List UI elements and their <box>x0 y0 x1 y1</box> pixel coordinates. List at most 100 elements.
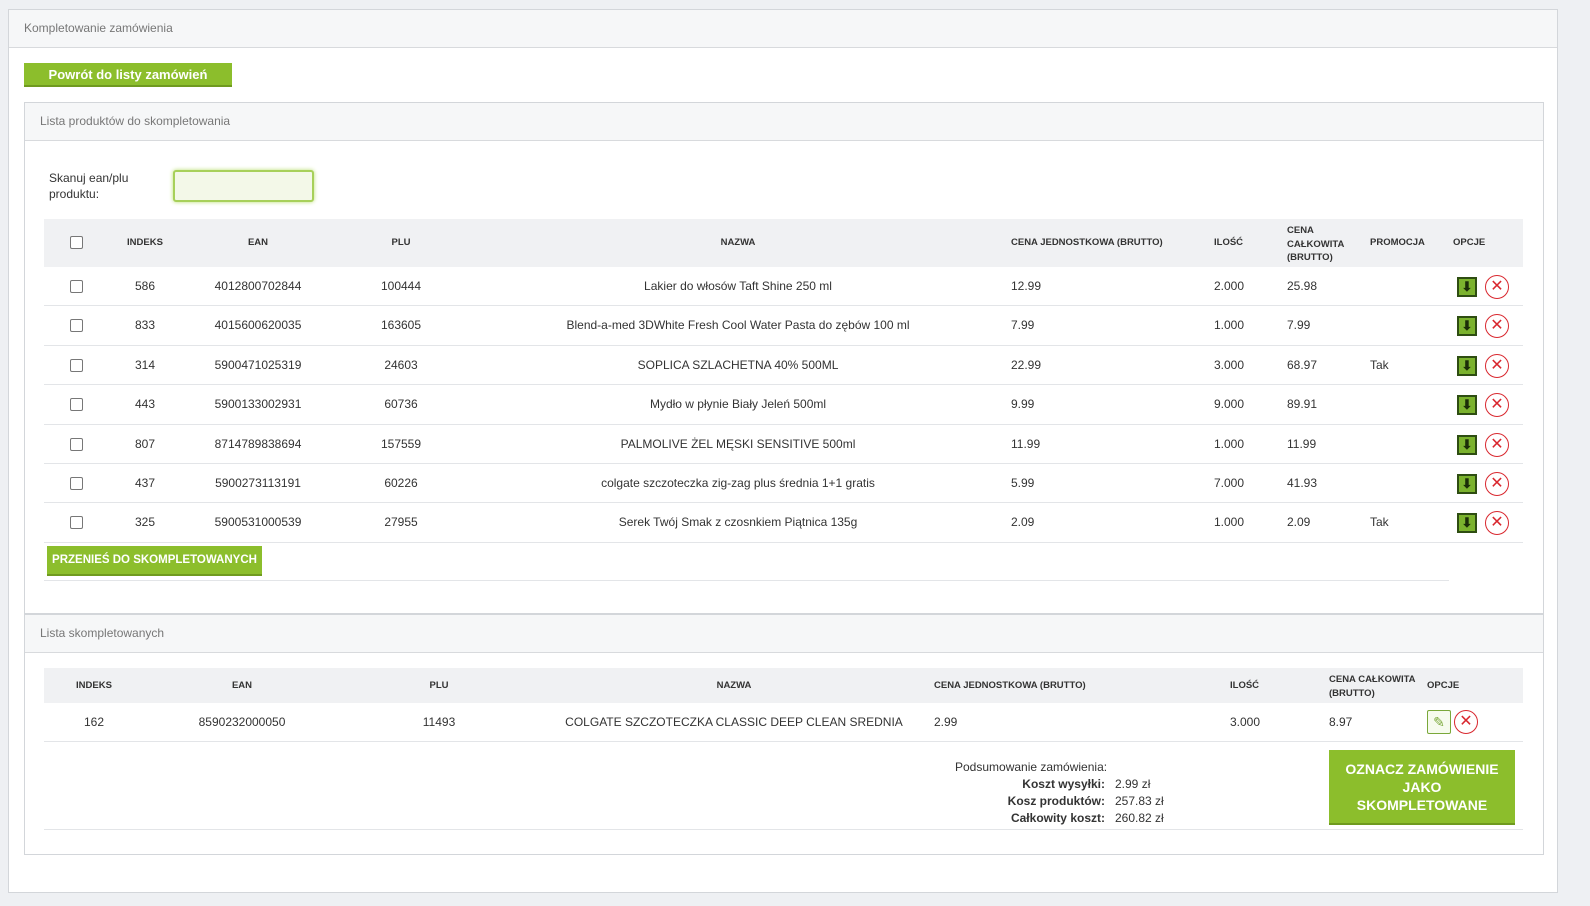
table-row: 833 4015600620035 163605 Blend-a-med 3DWhit… <box>44 306 1523 346</box>
divider <box>44 829 1523 830</box>
close-circle-icon[interactable]: ✕ <box>1485 511 1509 536</box>
close-circle-icon[interactable]: ✕ <box>1485 471 1509 496</box>
cell-cena-jedn: 11.99 <box>1011 436 1041 451</box>
col-ean: EAN <box>247 237 269 248</box>
back-to-orders-button[interactable]: Powrót do listy zamówień <box>24 63 232 87</box>
cell-nazwa: SOPLICA SZLACHETNA 40% 500ML <box>637 357 839 372</box>
cell-promocja: Tak <box>1370 515 1389 530</box>
cell-ilosc: 9.000 <box>1214 397 1245 412</box>
cell-cena-jedn: 2.99 <box>934 715 958 729</box>
cell-cena-calk: 89.91 <box>1287 397 1318 412</box>
completed-table: INDEKS EAN PLU NAZWA CENA JEDNOSTKOWA (B… <box>44 668 1523 742</box>
table-row: 162 8590232000050 11493 COLGATE SZCZOTECZKA… <box>44 703 1523 742</box>
row-checkbox[interactable] <box>70 358 83 372</box>
row-checkbox[interactable] <box>70 319 83 333</box>
close-circle-icon[interactable]: ✕ <box>1485 432 1509 457</box>
cell-cena-calk: 7.99 <box>1287 318 1311 333</box>
col-opcje: OPCJE <box>1427 680 1460 691</box>
row-checkbox[interactable] <box>70 280 83 293</box>
cell-ean: 8714789838694 <box>214 436 302 451</box>
row-checkbox[interactable] <box>70 437 83 451</box>
cell-cena-jedn: 5.99 <box>1011 475 1035 490</box>
total-cost-label: Całkowity koszt: <box>1010 811 1105 825</box>
page-title: Kompletowanie zamówienia <box>9 10 1557 48</box>
completed-rows: 162 8590232000050 11493 COLGATE SZCZOTECZKA… <box>44 703 1523 742</box>
move-to-completed-button[interactable]: PRZENIEŚ DO SKOMPLETOWANYCH <box>47 546 262 576</box>
cell-ilosc: 3.000 <box>1214 357 1245 372</box>
col-cena-jedn: CENA JEDNOSTKOWA (BRUTTO) <box>1011 237 1163 248</box>
cell-plu: 157559 <box>380 436 422 451</box>
completed-table-header: INDEKS EAN PLU NAZWA CENA JEDNOSTKOWA (B… <box>44 668 1523 703</box>
row-checkbox[interactable] <box>70 476 83 490</box>
cell-nazwa: colgate szczoteczka zig-zag plus średnia… <box>601 475 875 490</box>
table-row: 807 8714789838694 157559 PALMOLIVE ŻEL MĘSK… <box>44 425 1523 464</box>
download-arrow-icon[interactable]: ⬇ <box>1457 316 1477 337</box>
download-arrow-icon[interactable]: ⬇ <box>1457 513 1477 534</box>
cell-ilosc: 1.000 <box>1214 515 1245 530</box>
cell-plu: 163605 <box>380 318 422 333</box>
cell-indeks: 586 <box>134 279 156 293</box>
download-arrow-icon[interactable]: ⬇ <box>1457 473 1477 494</box>
edit-note-icon[interactable]: ✎ <box>1427 710 1451 734</box>
close-circle-icon[interactable]: ✕ <box>1485 314 1509 339</box>
cell-cena-jedn: 22.99 <box>1011 357 1042 372</box>
row-checkbox[interactable] <box>70 398 83 412</box>
col-ilosc: ILOŚĆ <box>1230 680 1260 691</box>
cell-ean: 5900471025319 <box>214 357 302 372</box>
download-arrow-icon[interactable]: ⬇ <box>1457 355 1477 376</box>
cell-ilosc: 1.000 <box>1214 436 1245 451</box>
cell-nazwa: COLGATE SZCZOTECZKA CLASSIC DEEP CLEAN S… <box>565 715 903 729</box>
cell-plu: 60736 <box>384 397 418 412</box>
cell-plu: 27955 <box>384 515 418 530</box>
table-row: 314 5900471025319 24603 SOPLICA SZLACHETNA … <box>44 346 1523 386</box>
cell-ilosc: 1.000 <box>1214 318 1245 333</box>
cell-nazwa: Lakier do włosów Taft Shine 250 ml <box>644 279 832 293</box>
col-nazwa: NAZWA <box>716 680 752 691</box>
cell-nazwa: Serek Twój Smak z czosnkiem Piątnica 135… <box>618 515 858 530</box>
cell-ilosc: 7.000 <box>1214 475 1245 490</box>
cell-plu: 11493 <box>422 715 456 729</box>
summary-title: Podsumowanie zamówienia: <box>955 760 1108 774</box>
cell-nazwa: PALMOLIVE ŻEL MĘSKI SENSITIVE 500ml <box>620 436 856 451</box>
cell-cena-jedn: 7.99 <box>1011 318 1035 333</box>
cell-nazwa: Mydło w płynie Biały Jeleń 500ml <box>649 397 827 412</box>
completed-products-panel: Lista skompletowanych INDEKS EAN PLU NAZ… <box>24 614 1544 855</box>
cell-cena-jedn: 12.99 <box>1011 279 1042 293</box>
scan-ean-input[interactable] <box>173 170 314 202</box>
close-circle-icon[interactable]: ✕ <box>1485 393 1509 418</box>
cell-cena-calk: 11.99 <box>1287 436 1317 451</box>
select-all-checkbox[interactable] <box>70 236 83 249</box>
cell-indeks: 314 <box>134 357 156 372</box>
col-plu: PLU <box>391 237 411 248</box>
cell-ean: 4012800702844 <box>214 279 302 293</box>
download-arrow-icon[interactable]: ⬇ <box>1457 434 1477 455</box>
cell-ilosc: 2.000 <box>1214 279 1245 293</box>
shipping-label: Koszt wysyłki: <box>1022 777 1105 791</box>
cell-cena-calk: 25.98 <box>1287 279 1318 293</box>
cell-ean: 8590232000050 <box>198 715 286 729</box>
todo-rows: 586 4012800702844 100444 Lakier do włosów T… <box>44 267 1523 543</box>
download-arrow-icon[interactable]: ⬇ <box>1457 277 1477 297</box>
cell-indeks: 443 <box>134 397 156 412</box>
cell-indeks: 807 <box>134 436 156 451</box>
cell-ilosc: 3.000 <box>1230 715 1261 729</box>
table-row: 437 5900273113191 60226 colgate szczoteczka… <box>44 464 1523 504</box>
cell-indeks: 325 <box>134 515 156 530</box>
close-circle-icon[interactable]: ✕ <box>1485 353 1509 378</box>
col-ilosc: ILOŚĆ <box>1214 237 1244 248</box>
table-row: 586 4012800702844 100444 Lakier do włosów T… <box>44 267 1523 307</box>
products-cost-value: 257.83 zł <box>1115 794 1164 808</box>
cell-ean: 5900531000539 <box>214 515 302 530</box>
col-indeks: INDEKS <box>76 680 112 691</box>
mark-order-completed-button[interactable]: OZNACZ ZAMÓWIENIE JAKO SKOMPLETOWANE <box>1329 750 1515 825</box>
products-cost-label: Kosz produktów: <box>1007 794 1105 808</box>
completed-panel-title: Lista skompletowanych <box>25 615 1543 653</box>
close-circle-icon[interactable]: ✕ <box>1454 710 1478 734</box>
download-arrow-icon[interactable]: ⬇ <box>1457 395 1477 416</box>
cell-plu: 24603 <box>384 357 418 372</box>
todo-products-panel: Lista produktów do skompletowania Skanuj… <box>24 102 1544 614</box>
cell-cena-calk: 41.93 <box>1287 475 1318 490</box>
cell-plu: 60226 <box>384 475 418 490</box>
row-checkbox[interactable] <box>70 516 83 530</box>
close-circle-icon[interactable]: ✕ <box>1485 275 1509 299</box>
